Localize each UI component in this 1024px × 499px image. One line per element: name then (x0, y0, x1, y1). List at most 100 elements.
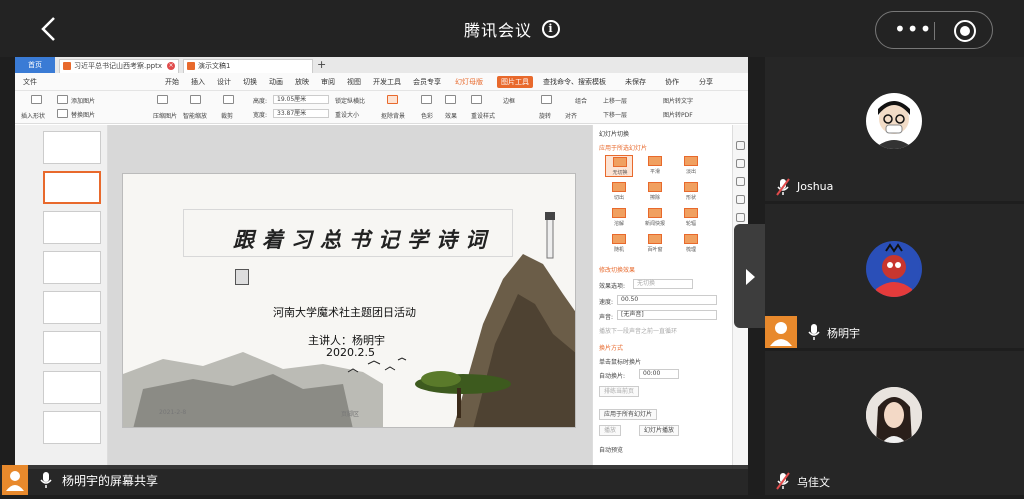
effect-comb[interactable]: 梳理 (677, 233, 705, 255)
effect-dissolve[interactable]: 溶解 (605, 207, 633, 229)
loop-checkbox[interactable]: 播放下一段声音之前一直循环 (599, 326, 677, 335)
color-label[interactable]: 色彩 (421, 111, 433, 120)
close-miniprogram-icon[interactable] (954, 20, 976, 42)
height-input[interactable]: 19.05厘米 (273, 95, 329, 104)
menu-slideshow[interactable]: 放映 (295, 77, 309, 87)
tab-home[interactable]: 首页 (15, 57, 55, 73)
menu-animation[interactable]: 动画 (269, 77, 283, 87)
effect-option-select[interactable]: 无切换 (633, 279, 693, 289)
border-button[interactable]: 边框 (503, 96, 515, 105)
slideshow-button[interactable]: 幻灯片播放 (639, 425, 680, 436)
bring-forward-button[interactable]: 上移一层 (603, 96, 627, 105)
menu-picture-tools[interactable]: 图片工具 (497, 76, 533, 88)
replace-picture-icon[interactable] (57, 109, 68, 118)
apply-all-button[interactable]: 应用于所有幻灯片 (599, 409, 658, 420)
sound-select[interactable]: [无声音] (617, 310, 717, 320)
menu-share[interactable]: 分享 (699, 77, 713, 87)
effect-blinds[interactable]: 百叶窗 (641, 233, 669, 255)
effect-newsflash[interactable]: 新闻快报 (641, 207, 669, 229)
effect-shape[interactable]: 形状 (677, 181, 705, 203)
slide-thumb-selected[interactable] (43, 171, 101, 204)
width-input[interactable]: 33.87厘米 (273, 109, 329, 118)
slide[interactable]: 跟着习总书记学诗词 河南大学魔术社主题团日活动 主讲人：杨明宇 2020.2.5… (122, 173, 576, 428)
tab-file1[interactable]: 习近平总书记山西考察.pptx × (59, 59, 179, 73)
remove-bg-label[interactable]: 抠除背景 (381, 111, 405, 120)
tab-file2[interactable]: 演示文稿1 (183, 59, 313, 73)
menu-review[interactable]: 审阅 (321, 77, 335, 87)
reset-style-label[interactable]: 重设样式 (471, 111, 495, 120)
expand-panel-button[interactable] (734, 224, 765, 328)
menu-devtools[interactable]: 开发工具 (373, 77, 401, 87)
menu-insert[interactable]: 插入 (191, 77, 205, 87)
compress-label[interactable]: 压缩图片 (153, 111, 177, 120)
group-button[interactable]: 组合 (575, 96, 587, 105)
slide-thumb[interactable] (43, 291, 101, 324)
effect-wipe[interactable]: 擦除 (641, 181, 669, 203)
slide-thumb[interactable] (43, 131, 101, 164)
rotate-icon[interactable] (541, 95, 552, 104)
effect-none[interactable]: 无切换 (605, 155, 633, 177)
participant-card-wujiawen[interactable]: 乌佳文 (765, 351, 1024, 495)
play-button[interactable]: 播放 (599, 425, 622, 436)
effect-smooth[interactable]: 平滑 (641, 155, 669, 177)
help-icon[interactable] (736, 195, 745, 204)
menu-unsaved[interactable]: 未保存 (625, 77, 646, 87)
effect-icon[interactable] (445, 95, 456, 104)
add-picture-icon[interactable] (57, 95, 68, 104)
reset-style-icon[interactable] (471, 95, 482, 104)
menu-search[interactable]: 查找命令、搜索模板 (543, 77, 606, 87)
smart-zoom-icon[interactable] (190, 95, 201, 104)
menu-design[interactable]: 设计 (217, 77, 231, 87)
slide-thumb[interactable] (43, 331, 101, 364)
effect-random[interactable]: 随机 (605, 233, 633, 255)
auto-advance-checkbox[interactable]: 自动换片: (599, 371, 625, 380)
animation-icon[interactable] (736, 213, 745, 222)
slide-thumb[interactable] (43, 371, 101, 404)
settings-icon[interactable] (736, 141, 745, 150)
transition-icon[interactable] (736, 177, 745, 186)
send-backward-button[interactable]: 下移一层 (603, 110, 627, 119)
auto-time-input[interactable]: 00:00 (639, 369, 679, 379)
lock-ratio-checkbox[interactable]: 锁定纵横比 (335, 96, 365, 105)
effect-label[interactable]: 效果 (445, 111, 457, 120)
menu-view[interactable]: 视图 (347, 77, 361, 87)
smart-zoom-label[interactable]: 智能缩放 (183, 111, 207, 120)
insert-shape-icon[interactable] (31, 95, 42, 104)
menu-member[interactable]: 会员专享 (413, 77, 441, 87)
crop-icon[interactable] (223, 95, 234, 104)
menu-transition[interactable]: 切换 (243, 77, 257, 87)
align-button[interactable]: 对齐 (565, 111, 577, 120)
autopreview-checkbox[interactable]: 自动预览 (599, 445, 623, 454)
more-icon[interactable]: ••• (894, 19, 932, 39)
effect-wheel[interactable]: 轮辐 (677, 207, 705, 229)
slide-thumb[interactable] (43, 411, 101, 444)
participant-card-joshua[interactable]: Joshua (765, 57, 1024, 201)
picture-to-pdf-button[interactable]: 图片转PDF (663, 110, 693, 119)
add-picture-label[interactable]: 添加图片 (71, 96, 95, 105)
menu-collab[interactable]: 协作 (665, 77, 679, 87)
participant-card-yangmingyu[interactable]: 杨明宇 (765, 204, 1024, 348)
rehearse-button[interactable]: 排练当前页 (599, 386, 640, 397)
effect-cut[interactable]: 切出 (605, 181, 633, 203)
picture-to-text-button[interactable]: 图片转文字 (663, 96, 693, 105)
rotate-label[interactable]: 旋转 (539, 111, 551, 120)
color-icon[interactable] (421, 95, 432, 104)
menu-home[interactable]: 开始 (165, 77, 179, 87)
info-icon[interactable]: i (542, 20, 560, 38)
close-tab-icon[interactable]: × (167, 62, 175, 70)
on-click-checkbox[interactable]: 单击鼠标时换片 (599, 357, 641, 366)
effect-fade[interactable]: 淡出 (677, 155, 705, 177)
reset-size-button[interactable]: 重设大小 (335, 110, 359, 119)
pin-icon[interactable] (736, 159, 745, 168)
menu-slide-master[interactable]: 幻灯母版 (455, 77, 483, 87)
crop-label[interactable]: 裁剪 (221, 111, 233, 120)
slide-thumb[interactable] (43, 211, 101, 244)
insert-shape-label[interactable]: 插入形状 (21, 111, 45, 120)
speed-input[interactable]: 00.50 (617, 295, 717, 305)
replace-picture-label[interactable]: 替换图片 (71, 110, 95, 119)
compress-icon[interactable] (157, 95, 168, 104)
slide-thumb[interactable] (43, 251, 101, 284)
menu-file[interactable]: 文件 (23, 77, 37, 87)
add-tab-button[interactable]: + (317, 58, 326, 71)
remove-bg-icon[interactable] (387, 95, 398, 104)
